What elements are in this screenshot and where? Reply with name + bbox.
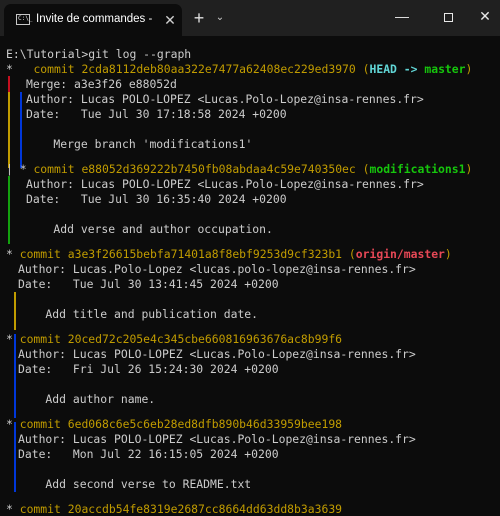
maximize-button[interactable]: [433, 4, 463, 28]
graph-line: [8, 92, 10, 168]
close-tab-icon[interactable]: ✕: [162, 11, 178, 29]
date-line: Date: Tue Jul 30 16:35:40 2024 +0200: [26, 192, 287, 206]
commit-message: Add title and publication date.: [18, 307, 259, 321]
commit-message: Add second verse to README.txt: [18, 477, 252, 491]
branch-ref: master: [424, 62, 466, 76]
title-bar: C:\_ Invite de commandes - git log ✕ + ⌄…: [0, 0, 500, 36]
author-line: Author: Lucas POLO-LOPEZ <Lucas.Polo-Lop…: [18, 432, 416, 446]
commit-line: * commit 2cda8112deb80aa322e7477a62408ec…: [6, 62, 473, 76]
commit-message: Add verse and author occupation.: [26, 222, 273, 236]
merge-line: Merge: a3e3f26 e88052d: [26, 77, 177, 91]
head-ref: HEAD ->: [369, 62, 425, 76]
author-line: Author: Lucas POLO-LOPEZ <Lucas.Polo-Lop…: [26, 177, 424, 191]
commit-line: * commit 20ced72c205e4c345cbe66081696367…: [6, 332, 343, 346]
date-line: Date: Tue Jul 30 17:18:58 2024 +0200: [26, 107, 287, 121]
commit-message: Merge branch 'modifications1': [26, 137, 253, 151]
commit-line: * commit 20accdb54fe8319e2687cc8664dd63d…: [6, 502, 343, 516]
graph-line: [14, 292, 16, 330]
date-line: Date: Tue Jul 30 13:41:45 2024 +0200: [18, 277, 279, 291]
author-line: Author: Lucas.Polo-Lopez <lucas.polo-lop…: [18, 262, 416, 276]
commit-hash: 6ed068c6e5c6eb28ed8dfb890b46d33959bee198: [67, 417, 343, 431]
commit-hash: 20accdb54fe8319e2687cc8664dd63dd8b3a3639: [67, 502, 343, 516]
commit-line: * commit 6ed068c6e5c6eb28ed8dfb890b46d33…: [6, 417, 343, 431]
branch-ref: modifications1: [369, 162, 466, 176]
prompt-line: E:\Tutorial>git log --graph: [6, 47, 192, 61]
author-line: Author: Lucas POLO-LOPEZ <Lucas.Polo-Lop…: [26, 92, 424, 106]
close-window-button[interactable]: ✕: [470, 4, 500, 28]
commit-line: | * commit e88052d369222b7450fb08abdaa4c…: [6, 162, 473, 176]
commit-hash: a3e3f26615bebfa71401a8f8ebf9253d9cf323b1: [67, 247, 343, 261]
new-tab-button[interactable]: +: [190, 8, 208, 28]
date-line: Date: Mon Jul 22 16:15:05 2024 +0200: [18, 447, 279, 461]
origin-ref: origin/master: [355, 247, 445, 261]
commit-hash: 20ced72c205e4c345cbe660816963676ac8b99f6: [67, 332, 343, 346]
date-line: Date: Fri Jul 26 15:24:30 2024 +0200: [18, 362, 279, 376]
commit-hash: 2cda8112deb80aa322e7477a62408ec229ed3970: [81, 62, 356, 76]
terminal-output[interactable]: E:\Tutorial>git log --graph * commit 2cd…: [0, 36, 500, 516]
command-prompt-icon: C:\_: [16, 14, 32, 25]
tab-command-prompt[interactable]: C:\_ Invite de commandes - git log ✕: [4, 4, 182, 36]
maximize-icon: [443, 12, 453, 22]
minimize-button[interactable]: —: [387, 4, 417, 28]
commit-line: * commit a3e3f26615bebfa71401a8f8ebf9253…: [6, 247, 452, 261]
commit-message: Add author name.: [18, 392, 156, 406]
author-line: Author: Lucas POLO-LOPEZ <Lucas.Polo-Lop…: [18, 347, 416, 361]
graph-line: [20, 92, 22, 168]
tab-title: Invite de commandes - git log: [36, 13, 154, 25]
graph-line: [14, 422, 16, 492]
commit-hash: e88052d369222b7450fb08abdaa4c59e740350ec: [81, 162, 356, 176]
graph-line: [8, 176, 10, 244]
chevron-down-icon[interactable]: ⌄: [212, 8, 228, 28]
graph-line: [8, 76, 10, 92]
